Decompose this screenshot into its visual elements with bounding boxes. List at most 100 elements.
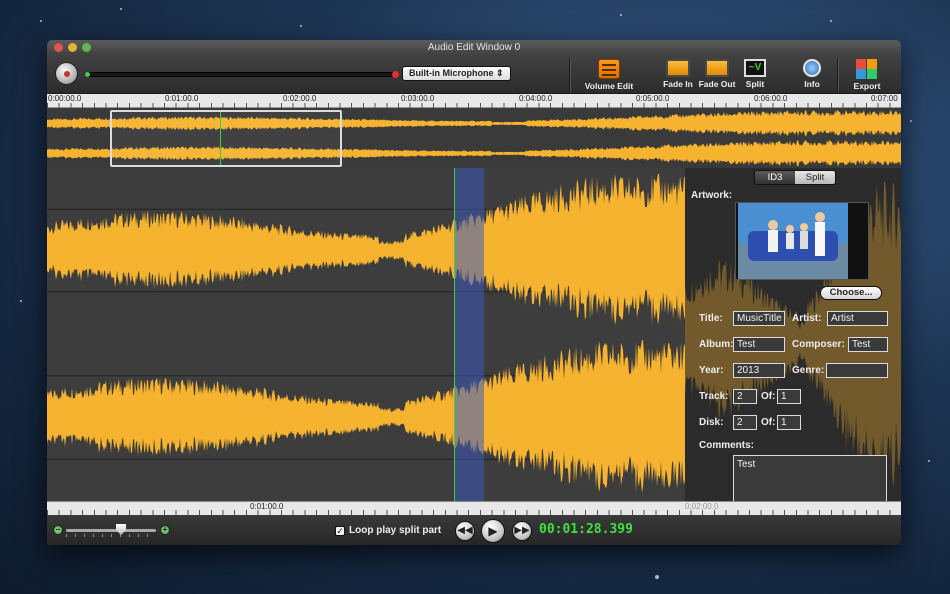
zoom-in-icon[interactable]: +: [160, 525, 170, 535]
fade-out-button[interactable]: Fade Out: [697, 59, 737, 89]
input-level-meter: [85, 71, 399, 78]
playhead[interactable]: [454, 168, 455, 501]
info-icon: [803, 59, 821, 77]
bottom-ruler[interactable]: 0:01:00.0 0:02:00.0: [47, 501, 901, 515]
waveform-channel-left: [47, 173, 685, 326]
track-of-label: Of:: [761, 391, 776, 402]
tab-id3[interactable]: ID3: [755, 171, 795, 184]
ruler-tick-label: 0:01:00.0: [250, 502, 284, 511]
ruler-tick-label: 0:00:00.0: [48, 94, 82, 103]
background-star: [655, 575, 659, 579]
main-waveform[interactable]: [47, 168, 685, 501]
id3-panel: ID3 Split Artwork: Choose... Title: Musi…: [685, 168, 901, 515]
toolbar-divider: [569, 58, 570, 92]
ruler-tick-label: 0:02:00.0: [283, 94, 317, 103]
ruler-tick-label: 0:04:00.0: [519, 94, 553, 103]
loop-label: Loop play split part: [349, 525, 442, 536]
disk-total-field[interactable]: 1: [777, 415, 801, 430]
zoom-slider[interactable]: [66, 529, 156, 532]
composer-field[interactable]: Test: [848, 337, 888, 352]
fade-out-icon: [705, 59, 729, 77]
artist-label: Artist:: [792, 313, 822, 324]
waveform-channel-right: [47, 340, 685, 494]
artist-field[interactable]: Artist: [827, 311, 888, 326]
artwork-label: Artwork:: [691, 190, 733, 201]
volume-edit-label: Volume Edit: [584, 81, 634, 91]
zoom-out-icon[interactable]: −: [53, 525, 63, 535]
zoom-button[interactable]: [82, 43, 91, 52]
overview-playhead: [220, 112, 221, 165]
genre-label: Genre:: [792, 365, 825, 376]
toolbar-divider: [837, 58, 838, 92]
ruler-tick-label: 0:02:00.0: [685, 502, 719, 511]
export-icon: [856, 59, 878, 79]
zoom-slider-ticks: [66, 534, 156, 537]
comments-label: Comments:: [699, 440, 755, 451]
fade-out-label: Fade Out: [698, 79, 736, 89]
title-bar: Audio Edit Window 0: [47, 40, 901, 56]
volume-edit-button[interactable]: Volume Edit: [584, 59, 634, 91]
track-label: Track:: [699, 391, 729, 402]
fade-in-button[interactable]: Fade In: [660, 59, 696, 89]
toolbar: Built-in Microphone ⇕ Volume Edit Fade I…: [47, 56, 901, 94]
transport-bar: − + ✓ Loop play split part ◀◀ ▶ ▶▶ 00:01…: [47, 515, 901, 545]
comments-field[interactable]: Test: [733, 455, 887, 503]
info-button[interactable]: Info: [797, 59, 827, 89]
background-star: [830, 20, 832, 22]
overview-waveform[interactable]: [47, 108, 901, 168]
input-device-select[interactable]: Built-in Microphone ⇕: [402, 66, 511, 81]
title-label: Title:: [699, 313, 723, 324]
disk-of-label: Of:: [761, 417, 776, 428]
fade-in-icon: [666, 59, 690, 77]
track-field[interactable]: 2: [733, 389, 757, 404]
background-star: [910, 120, 912, 122]
export-button[interactable]: Export: [849, 59, 885, 91]
level-start-icon: [85, 72, 90, 77]
ruler-tick-label: 0:05:00.0: [636, 94, 670, 103]
ruler-tick-label: 0:01:00.0: [165, 94, 199, 103]
background-star: [928, 460, 930, 462]
choose-artwork-button[interactable]: Choose...: [820, 286, 882, 300]
artwork-photo: [738, 203, 848, 279]
info-label: Info: [804, 79, 820, 89]
artwork-image: [735, 202, 869, 280]
album-label: Album:: [699, 339, 734, 350]
ruler-tick-label: 0:03:00.0: [401, 94, 435, 103]
overview-visible-range[interactable]: [110, 110, 342, 167]
split-icon: ~V: [744, 59, 766, 77]
disk-label: Disk:: [699, 417, 724, 428]
play-button[interactable]: ▶: [481, 519, 505, 543]
fast-forward-icon: ▶▶: [514, 525, 530, 536]
background-star: [300, 25, 302, 27]
window-title: Audio Edit Window 0: [427, 42, 521, 53]
ruler-tick-label: 0:06:00.0: [754, 94, 788, 103]
fast-forward-button[interactable]: ▶▶: [512, 521, 532, 541]
background-star: [620, 14, 622, 16]
split-selection[interactable]: [455, 168, 484, 501]
level-peak-icon: [392, 71, 399, 78]
ruler-tick-label: 0:07:00: [871, 94, 898, 103]
timeline-ruler[interactable]: 0:00:00.0 0:01:00.0 0:02:00.0 0:03:00.0 …: [47, 94, 901, 108]
close-button[interactable]: [54, 43, 63, 52]
background-star: [40, 20, 42, 22]
background-star: [20, 300, 22, 302]
track-total-field[interactable]: 1: [777, 389, 801, 404]
audio-edit-window: Audio Edit Window 0 Built-in Microphone …: [47, 40, 901, 545]
album-field[interactable]: Test: [733, 337, 785, 352]
genre-field[interactable]: [826, 363, 888, 378]
rewind-button[interactable]: ◀◀: [455, 521, 475, 541]
record-button[interactable]: [55, 62, 78, 85]
loop-checkbox[interactable]: ✓: [335, 526, 345, 536]
minimize-button[interactable]: [68, 43, 77, 52]
play-icon: ▶: [488, 524, 498, 538]
fade-in-label: Fade In: [663, 79, 693, 89]
year-label: Year:: [699, 365, 724, 376]
year-field[interactable]: 2013: [733, 363, 785, 378]
split-button[interactable]: ~V Split: [740, 59, 770, 89]
composer-label: Composer:: [792, 339, 845, 350]
tab-split[interactable]: Split: [795, 171, 835, 184]
current-time: 00:01:28.399: [539, 522, 633, 537]
disk-field[interactable]: 2: [733, 415, 757, 430]
export-label: Export: [853, 81, 881, 91]
title-field[interactable]: MusicTitle: [733, 311, 785, 326]
